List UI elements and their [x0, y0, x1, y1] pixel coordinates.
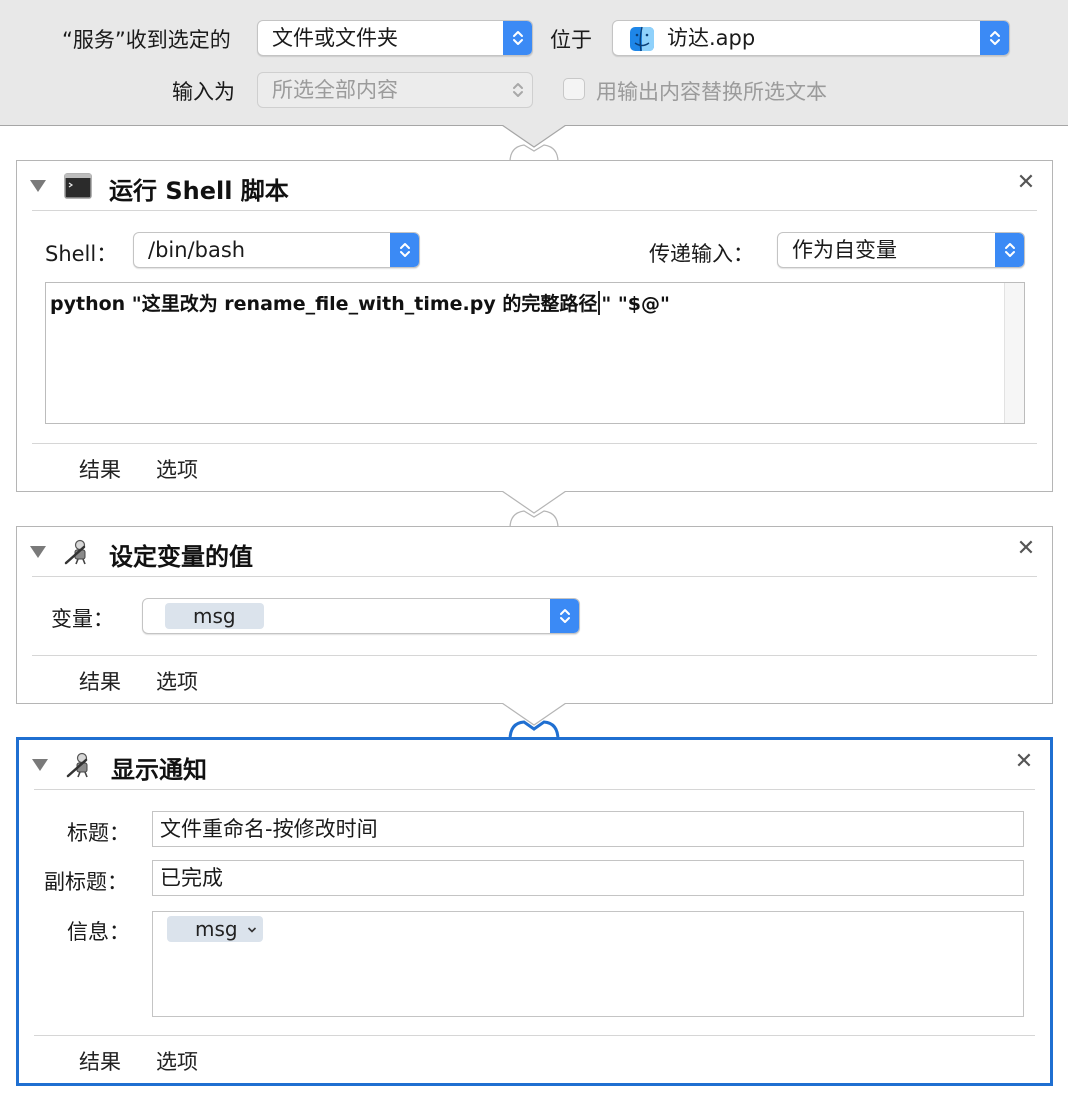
disclosure-triangle-icon[interactable]	[30, 546, 46, 558]
script-editor[interactable]: python "这里改为 rename_file_with_time.py 的完…	[45, 282, 1025, 424]
terminal-icon	[64, 173, 92, 199]
action-title: 设定变量的值	[109, 543, 253, 571]
close-icon[interactable]: ✕	[1015, 538, 1037, 560]
pass-input-label: 传递输入：	[649, 242, 754, 266]
pass-input-popup[interactable]: 作为自变量	[777, 232, 1025, 268]
close-icon[interactable]: ✕	[1013, 751, 1035, 773]
tab-results[interactable]: 结果	[79, 454, 121, 484]
tab-options[interactable]: 选项	[156, 666, 198, 696]
message-variable-token[interactable]: msg	[167, 916, 263, 942]
action-title-bar: 显示通知 ✕	[32, 740, 1035, 790]
action-title-bar: 运行 Shell 脚本 ✕	[30, 161, 1037, 211]
stepper-arrows-icon	[995, 233, 1024, 267]
notification-title-value: 文件重命名-按修改时间	[160, 817, 378, 841]
automator-robot-icon	[64, 539, 92, 565]
stepper-arrows-icon	[503, 21, 532, 55]
shell-popup[interactable]: /bin/bash	[133, 232, 420, 268]
action-title: 运行 Shell 脚本	[109, 177, 289, 205]
flow-connector	[502, 491, 566, 529]
replace-selected-text-label: 用输出内容替换所选文本	[596, 80, 827, 104]
finder-icon	[629, 26, 655, 52]
action-footer: 结果 选项	[32, 655, 1037, 703]
close-icon[interactable]: ✕	[1015, 172, 1037, 194]
input-type-value: 文件或文件夹	[272, 26, 398, 50]
location-label: 位于	[550, 28, 592, 52]
tab-options[interactable]: 选项	[156, 454, 198, 484]
notification-subtitle-value: 已完成	[160, 866, 223, 890]
action-set-variable-value[interactable]: 设定变量的值 ✕ 变量： msg 结果 选项	[16, 526, 1053, 704]
notification-subtitle-field[interactable]: 已完成	[152, 860, 1024, 896]
service-receives-label: “服务”收到选定的	[62, 28, 231, 52]
location-popup[interactable]: 访达.app	[612, 20, 1010, 56]
shell-value: /bin/bash	[148, 238, 246, 262]
input-as-popup[interactable]: 所选全部内容	[257, 72, 533, 108]
tab-results[interactable]: 结果	[79, 666, 121, 696]
stepper-arrows-icon	[550, 599, 579, 633]
chevron-down-icon	[247, 927, 257, 933]
tab-options[interactable]: 选项	[156, 1046, 198, 1076]
variable-label: 变量：	[51, 607, 114, 631]
flow-connector	[502, 703, 566, 741]
location-value: 访达.app	[667, 26, 756, 50]
script-text: python "这里改为 rename_file_with_time.py 的完…	[50, 291, 670, 315]
disclosure-triangle-icon[interactable]	[32, 759, 48, 771]
stepper-arrows-icon	[503, 73, 532, 107]
action-title-bar: 设定变量的值 ✕	[30, 527, 1037, 577]
automator-robot-icon	[66, 752, 94, 778]
vertical-scrollbar[interactable]	[1004, 283, 1024, 423]
notification-title-field[interactable]: 文件重命名-按修改时间	[152, 811, 1024, 847]
notification-subtitle-label: 副标题：	[44, 870, 128, 894]
workflow-header: “服务”收到选定的 文件或文件夹 位于 访达.app 输入为 所选全部内容 用输…	[0, 0, 1068, 126]
stepper-arrows-icon	[980, 21, 1009, 55]
shell-label: Shell：	[45, 242, 118, 266]
tab-results[interactable]: 结果	[79, 1046, 121, 1076]
stepper-arrows-icon	[390, 233, 419, 267]
action-title: 显示通知	[111, 756, 207, 784]
notification-title-label: 标题：	[67, 821, 130, 845]
action-footer: 结果 选项	[34, 1035, 1035, 1083]
flow-connector	[502, 125, 566, 163]
action-display-notification[interactable]: 显示通知 ✕ 标题： 文件重命名-按修改时间 副标题： 已完成 信息： msg …	[16, 737, 1053, 1086]
action-run-shell-script[interactable]: 运行 Shell 脚本 ✕ Shell： /bin/bash 传递输入： 作为自…	[16, 160, 1053, 492]
pass-input-value: 作为自变量	[792, 238, 897, 262]
notification-message-label: 信息：	[67, 920, 130, 944]
input-as-value: 所选全部内容	[272, 78, 398, 102]
variable-popup[interactable]: msg	[142, 598, 580, 634]
notification-message-field[interactable]: msg	[152, 911, 1024, 1017]
input-as-label: 输入为	[172, 80, 235, 104]
action-footer: 结果 选项	[32, 443, 1037, 491]
replace-selected-text-checkbox[interactable]	[563, 78, 585, 100]
variable-token: msg	[165, 603, 264, 629]
disclosure-triangle-icon[interactable]	[30, 180, 46, 192]
input-type-popup[interactable]: 文件或文件夹	[257, 20, 533, 56]
